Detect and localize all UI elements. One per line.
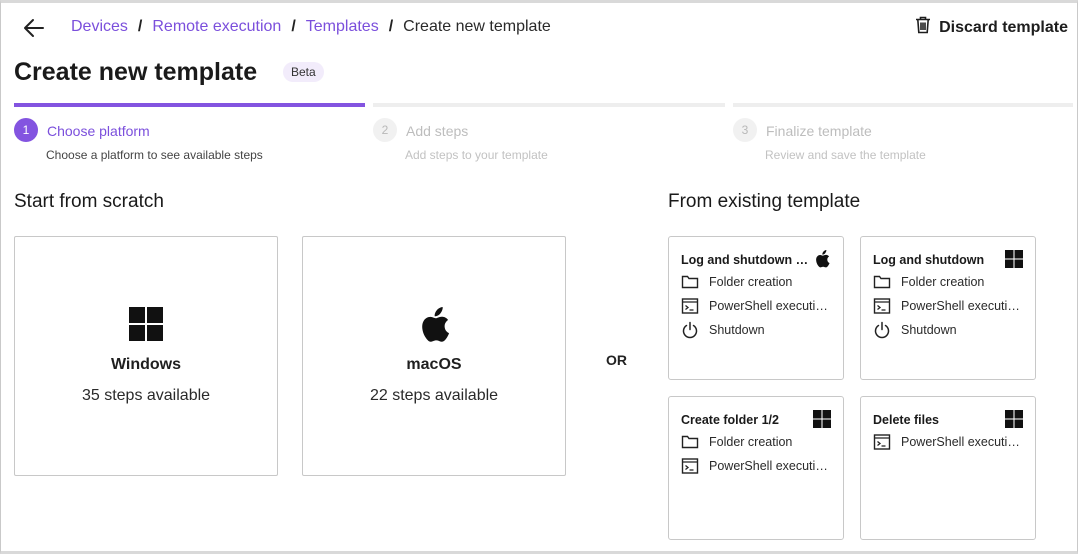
breadcrumb-separator: / <box>388 18 394 35</box>
windows-platform-card[interactable]: Windows 35 steps available <box>14 236 278 476</box>
back-arrow-icon[interactable] <box>22 17 46 39</box>
windows-icon <box>1005 250 1023 268</box>
breadcrumb-templates[interactable]: Templates <box>306 18 379 36</box>
power-icon <box>874 321 890 339</box>
template-step-item: PowerShell execution... <box>681 296 833 316</box>
template-step-item: Folder creation <box>681 272 833 292</box>
template-step-item: PowerShell execution... <box>681 456 833 476</box>
template-card-create-folder[interactable]: Create folder 1/2 Folder creation PowerS… <box>668 396 844 540</box>
template-step-label: Folder creation <box>709 275 793 289</box>
folder-icon <box>681 275 699 289</box>
template-step-label: Shutdown <box>901 323 957 337</box>
step-number: 1 <box>14 118 38 142</box>
macos-platform-card[interactable]: macOS 22 steps available <box>302 236 566 476</box>
terminal-icon <box>681 458 699 474</box>
platform-name: macOS <box>406 356 462 373</box>
breadcrumb-devices[interactable]: Devices <box>71 18 128 36</box>
windows-icon <box>129 307 163 346</box>
step-3-progress-bar <box>733 103 1073 107</box>
template-step-label: Folder creation <box>901 275 985 289</box>
template-step-item: PowerShell execution... <box>873 432 1025 452</box>
step-number: 3 <box>733 118 757 142</box>
template-title: Delete files <box>873 413 940 427</box>
step-subtitle: Review and save the template <box>765 148 926 162</box>
apple-icon <box>813 250 831 268</box>
step-title: Choose platform <box>47 123 150 139</box>
breadcrumb-current: Create new template <box>403 18 551 35</box>
step-1-progress-bar <box>14 103 365 107</box>
trash-icon <box>915 16 931 39</box>
step-number: 2 <box>373 118 397 142</box>
step-subtitle: Choose a platform to see available steps <box>46 148 263 162</box>
template-step-item: Shutdown <box>681 320 833 340</box>
from-existing-template-heading: From existing template <box>668 191 861 212</box>
power-icon <box>682 321 698 339</box>
breadcrumb-remote-execution[interactable]: Remote execution <box>152 18 281 36</box>
template-step-label: Shutdown <box>709 323 765 337</box>
template-step-label: PowerShell execution... <box>709 459 833 473</box>
platform-steps-count: 22 steps available <box>369 387 499 404</box>
template-title: Log and shutdown <box>873 253 985 267</box>
windows-icon <box>1005 410 1023 428</box>
discard-template-button[interactable]: Discard template <box>915 16 1068 39</box>
template-step-item: Folder creation <box>873 272 1025 292</box>
platform-name: Windows <box>110 356 182 373</box>
template-step-label: PowerShell execution... <box>901 435 1025 449</box>
or-divider: OR <box>606 352 627 368</box>
template-step-label: Folder creation <box>709 435 793 449</box>
template-step-label: PowerShell execution... <box>709 299 833 313</box>
platform-steps-count: 35 steps available <box>81 387 211 404</box>
breadcrumb: Devices / Remote execution / Templates /… <box>71 18 551 36</box>
template-card-delete-files[interactable]: Delete files PowerShell execution... <box>860 396 1036 540</box>
template-step-label: PowerShell execution... <box>901 299 1025 313</box>
terminal-icon <box>873 298 891 314</box>
template-card-log-and-shutdown-windows[interactable]: Log and shutdown Folder creation PowerSh… <box>860 236 1036 380</box>
terminal-icon <box>873 434 891 450</box>
page-title: Create new template <box>14 58 258 86</box>
template-step-item: Shutdown <box>873 320 1025 340</box>
template-card-log-and-shutdown-macos[interactable]: Log and shutdown o... Folder creation Po… <box>668 236 844 380</box>
template-step-item: PowerShell execution... <box>873 296 1025 316</box>
windows-icon <box>813 410 831 428</box>
breadcrumb-separator: / <box>137 18 143 35</box>
beta-badge: Beta <box>283 62 324 82</box>
template-title: Log and shutdown o... <box>681 253 811 267</box>
step-subtitle: Add steps to your template <box>405 148 548 162</box>
folder-icon <box>873 275 891 289</box>
step-title: Add steps <box>406 123 469 139</box>
template-step-item: Folder creation <box>681 432 833 452</box>
discard-template-label: Discard template <box>939 18 1068 36</box>
step-title: Finalize template <box>766 123 872 139</box>
template-title: Create folder 1/2 <box>681 413 779 427</box>
step-2-progress-bar <box>373 103 725 107</box>
terminal-icon <box>681 298 699 314</box>
apple-icon <box>418 307 450 348</box>
folder-icon <box>681 435 699 449</box>
breadcrumb-separator: / <box>291 18 296 35</box>
start-from-scratch-heading: Start from scratch <box>14 191 164 212</box>
